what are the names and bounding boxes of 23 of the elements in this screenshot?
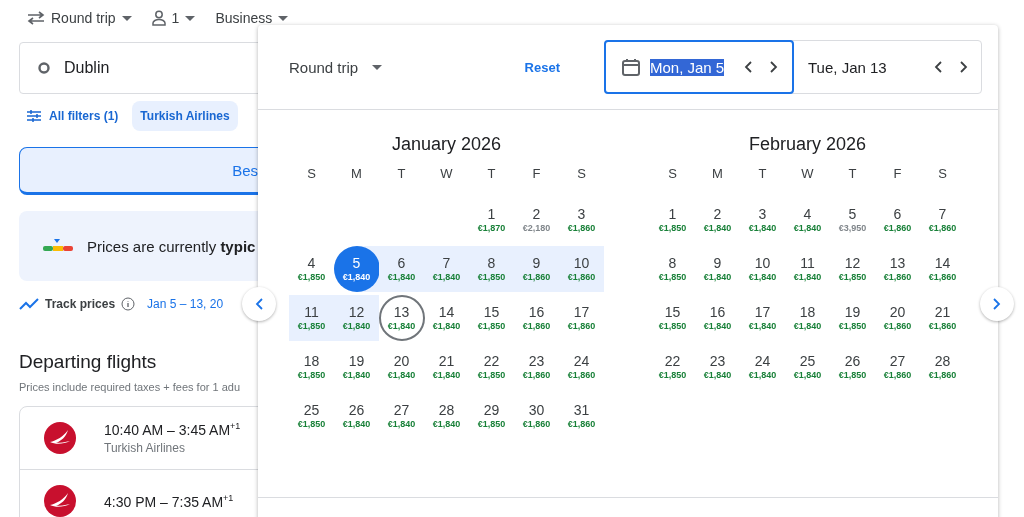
airline-name: Turkish Airlines: [104, 441, 186, 456]
section-subtitle: Prices include required taxes + fees for 1 adu: [19, 381, 241, 393]
weekday-label: F: [892, 165, 903, 183]
weekday-label: T: [757, 165, 768, 183]
flight-times: 4:30 PM – 7:35 AM$^{+1}$: [104, 492, 234, 510]
weekday-label: T: [396, 165, 407, 183]
flight-times: 10:40 AM – 3:45 AM$^{+1}$: [104, 420, 241, 438]
weekday-label: W: [800, 165, 815, 183]
weekday-label: S: [306, 165, 317, 183]
weekday-label: S: [576, 165, 587, 183]
track-prices-label: Track prices: [45, 297, 116, 311]
weekday-label: F: [531, 165, 542, 183]
month-title: January 2026: [391, 134, 502, 156]
weekday-label: T: [847, 165, 858, 183]
weekday-label: S: [937, 165, 948, 183]
weekday-label: W: [439, 165, 454, 183]
weekday-label: T: [486, 165, 497, 183]
price-insight-text: Prices are currently typic: [87, 237, 256, 255]
weekday-label: S: [667, 165, 678, 183]
weekday-label: M: [711, 165, 724, 183]
weekday-label: M: [350, 165, 363, 183]
month-title: February 2026: [748, 134, 867, 156]
section-title: Departing flights: [19, 351, 157, 373]
